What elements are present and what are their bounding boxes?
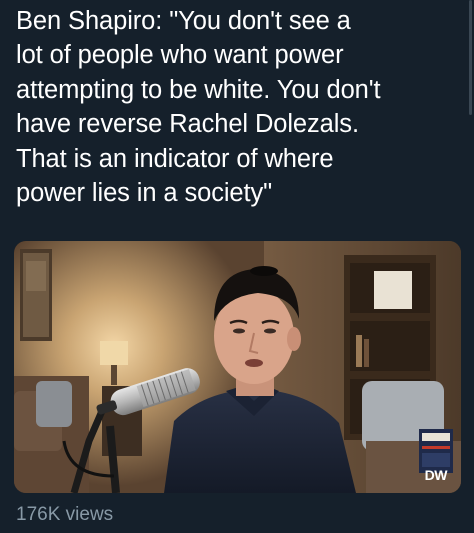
- tweet-text-line: power lies in a society": [16, 179, 273, 208]
- view-count: 176K views: [16, 504, 114, 525]
- dw-watermark: DW: [424, 467, 448, 483]
- video-player[interactable]: DW: [14, 241, 461, 493]
- watermark-text: DW: [424, 467, 448, 483]
- tweet-text-line: lot of people who want power: [16, 41, 344, 70]
- tweet-text-line: have reverse Rachel Dolezals.: [16, 110, 359, 139]
- tweet-text-line: Ben Shapiro: "You don't see a: [16, 7, 351, 35]
- video-thumbnail: [14, 241, 461, 493]
- tweet-text-line: That is an indicator of where: [16, 144, 334, 173]
- tweet-text-line: attempting to be white. You don't: [16, 75, 381, 104]
- scrollbar[interactable]: [469, 0, 472, 115]
- tweet-text: Ben Shapiro: "You don't see a lot of peo…: [16, 4, 456, 210]
